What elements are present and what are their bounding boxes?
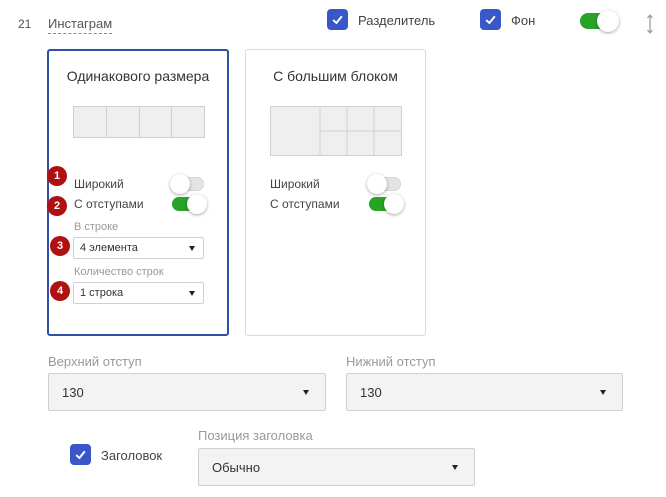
per-row-select[interactable]: 4 элемента bbox=[73, 237, 204, 259]
top-margin-select[interactable]: 130 bbox=[48, 373, 326, 411]
rows-count-value: 1 строка bbox=[80, 287, 124, 299]
heading-label: Заголовок bbox=[101, 448, 163, 463]
heading-position-select[interactable]: Обычно bbox=[198, 448, 475, 486]
annotation-badge-4: 4 bbox=[50, 281, 70, 301]
annotation-badge-3: 3 bbox=[50, 236, 70, 256]
padding-toggle[interactable] bbox=[172, 194, 207, 214]
row-number: 21 bbox=[18, 17, 32, 31]
bottom-margin-value: 130 bbox=[360, 385, 382, 400]
dropdown-arrow-icon bbox=[303, 390, 309, 395]
dropdown-arrow-icon bbox=[189, 291, 195, 296]
annotation-badge-1: 1 bbox=[47, 166, 67, 186]
rows-count-select[interactable]: 1 строка bbox=[73, 282, 204, 304]
divider-checkbox[interactable] bbox=[327, 9, 348, 30]
wide-label: Широкий bbox=[270, 177, 320, 191]
check-icon bbox=[75, 450, 86, 460]
dropdown-arrow-icon bbox=[452, 465, 458, 470]
layout-card-big-block[interactable] bbox=[245, 49, 426, 336]
per-row-value: 4 элемента bbox=[80, 242, 138, 254]
top-margin-value: 130 bbox=[62, 385, 84, 400]
wide-toggle[interactable] bbox=[367, 174, 401, 194]
block-name-link[interactable]: Инстаграм bbox=[48, 16, 113, 34]
block-visibility-toggle[interactable] bbox=[580, 10, 619, 32]
toggle-knob bbox=[367, 174, 387, 194]
toggle-knob bbox=[187, 194, 207, 214]
per-row-label: В строке bbox=[74, 221, 119, 233]
rows-count-label: Количество строк bbox=[74, 266, 164, 278]
padding-label: С отступами bbox=[270, 197, 340, 211]
wide-toggle[interactable] bbox=[170, 174, 204, 194]
check-icon bbox=[332, 15, 343, 25]
top-margin-label: Верхний отступ bbox=[48, 354, 142, 369]
check-icon bbox=[485, 15, 496, 25]
card-title: С большим блоком bbox=[273, 68, 398, 84]
background-label: Фон bbox=[511, 13, 536, 28]
heading-position-label: Позиция заголовка bbox=[198, 428, 313, 443]
background-checkbox[interactable] bbox=[480, 9, 501, 30]
toggle-knob bbox=[597, 10, 619, 32]
resize-vertical-icon[interactable] bbox=[646, 14, 654, 34]
padding-label: С отступами bbox=[74, 197, 144, 211]
dropdown-arrow-icon bbox=[189, 246, 195, 251]
bottom-margin-select[interactable]: 130 bbox=[346, 373, 623, 411]
heading-checkbox[interactable] bbox=[70, 444, 91, 465]
bottom-margin-label: Нижний отступ bbox=[346, 354, 436, 369]
divider-label: Разделитель bbox=[358, 13, 436, 28]
card-title: Одинакового размера bbox=[66, 68, 210, 84]
annotation-badge-2: 2 bbox=[47, 196, 67, 216]
dropdown-arrow-icon bbox=[600, 390, 606, 395]
padding-toggle[interactable] bbox=[369, 194, 404, 214]
toggle-knob bbox=[384, 194, 404, 214]
wide-label: Широкий bbox=[74, 177, 124, 191]
heading-position-value: Обычно bbox=[212, 460, 261, 475]
toggle-knob bbox=[170, 174, 190, 194]
grid-preview-big-block bbox=[270, 106, 402, 156]
grid-preview-equal bbox=[73, 106, 205, 138]
